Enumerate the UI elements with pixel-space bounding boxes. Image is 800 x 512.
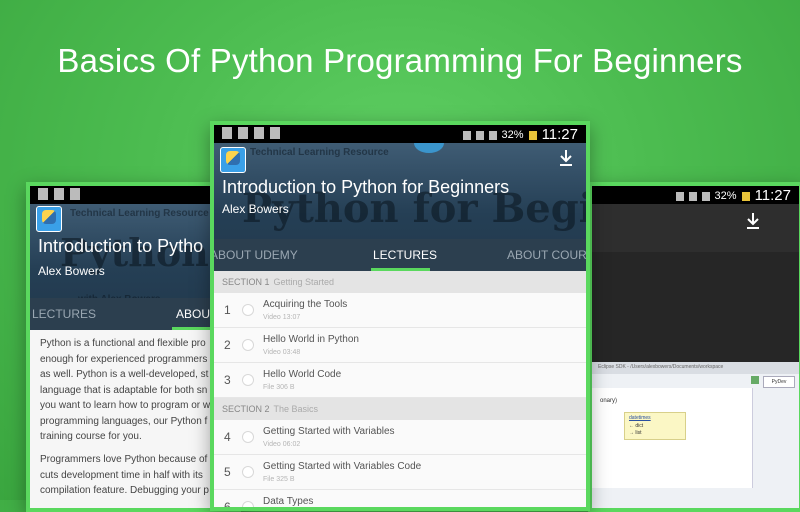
lecture-row[interactable]: 6 Data Types <box>214 490 586 511</box>
about-paragraph: Programmers love Python because of cuts … <box>40 454 209 496</box>
notification-icon <box>238 127 248 139</box>
status-bar: 32% 11:27 <box>592 186 799 204</box>
lecture-number: 3 <box>224 373 231 387</box>
section-header: SECTION 2 The Basics <box>214 398 586 420</box>
right-phone-screen: 32% 11:27 Eclipse SDK - /Users/alexbower… <box>588 182 800 512</box>
hero-small-text: Technical Learning Resource <box>70 208 209 219</box>
status-bar: 32% 11:27 <box>214 125 586 143</box>
python-logo-icon <box>226 151 240 165</box>
progress-circle-icon <box>242 431 254 443</box>
lecture-title: Hello World in Python <box>263 334 359 345</box>
about-content: Python is a functional and flexible pro … <box>30 330 237 508</box>
center-phone-screen: 32% 11:27 Python for Beginners Technical… <box>210 121 590 511</box>
headline: Basics Of Python Programming For Beginne… <box>57 42 743 79</box>
lecture-list: SECTION 1 Getting Started 1 Acquiring the… <box>214 271 586 507</box>
image-icon <box>70 188 80 200</box>
left-phone-screen: Python for Beginners Technical Learning … <box>26 182 241 512</box>
progress-circle-icon <box>242 466 254 478</box>
lecture-row[interactable]: 3 Hello World Code File 306 B <box>214 363 586 398</box>
pydev-label: PyDev <box>763 376 795 388</box>
section-label: SECTION 2 <box>222 404 270 414</box>
download-icon[interactable] <box>745 212 761 230</box>
python-logo-icon <box>42 210 56 224</box>
lecture-row[interactable]: 5 Getting Started with Variables Code Fi… <box>214 455 586 490</box>
video-area[interactable]: Eclipse SDK - /Users/alexbowers/Document… <box>592 252 799 508</box>
lecture-meta: File 306 B <box>263 384 295 391</box>
course-hero: Python for Beginners Technical Learning … <box>30 204 237 312</box>
lecture-number: 5 <box>224 465 231 479</box>
course-title: Introduction to Python for Beginners <box>222 177 510 197</box>
about-paragraph: Python is a functional and flexible pro … <box>40 338 211 442</box>
app-logo <box>220 147 246 173</box>
lecture-title: Data Types <box>263 496 314 507</box>
tab-about-udemy[interactable]: ABOUT UDEMY <box>214 239 298 271</box>
code-line: onary) <box>600 398 618 404</box>
code-line: → list <box>629 430 642 436</box>
ide-title: Eclipse SDK - /Users/alexbowers/Document… <box>598 364 724 370</box>
progress-circle-icon <box>242 501 254 507</box>
progress-circle-icon <box>242 304 254 316</box>
lecture-meta: Video 03:48 <box>263 349 301 356</box>
lecture-title: Getting Started with Variables Code <box>263 461 422 472</box>
video-toolbar <box>592 204 799 252</box>
usb-icon <box>222 127 232 139</box>
lecture-meta: File 325 B <box>263 476 295 483</box>
lecture-number: 4 <box>224 430 231 444</box>
battery-icon <box>528 131 537 140</box>
ide-screenshot: Eclipse SDK - /Users/alexbowers/Document… <box>592 362 799 508</box>
sd-card-icon <box>254 127 264 139</box>
code-line: ← dict <box>629 423 644 429</box>
lecture-number: 6 <box>224 500 231 511</box>
section-label: SECTION 1 <box>222 277 270 287</box>
clock: 11:27 <box>754 187 791 204</box>
lecture-title: Getting Started with Variables <box>263 426 395 437</box>
app-logo <box>36 206 62 232</box>
progress-circle-icon <box>242 339 254 351</box>
usb-icon <box>38 188 48 200</box>
battery-percent: 32% <box>501 128 524 141</box>
section-header: SECTION 1 Getting Started <box>214 271 586 293</box>
lecture-row[interactable]: 2 Hello World in Python Video 03:48 <box>214 328 586 363</box>
mute-icon <box>462 131 471 140</box>
lecture-title: Hello World Code <box>263 369 342 380</box>
lecture-row[interactable]: 4 Getting Started with Variables Video 0… <box>214 420 586 455</box>
wifi-icon <box>475 131 484 140</box>
tab-lectures[interactable]: LECTURES <box>32 298 96 330</box>
clock: 11:27 <box>541 126 578 143</box>
tab-lectures[interactable]: LECTURES <box>373 239 437 271</box>
tab-about-course[interactable]: ABOUT COURSE <box>507 239 586 271</box>
notification-icon <box>54 188 64 200</box>
signal-icon <box>488 131 497 140</box>
section-name: The Basics <box>273 404 319 414</box>
lecture-number: 2 <box>224 338 231 352</box>
lecture-number: 1 <box>224 303 231 317</box>
course-author: Alex Bowers <box>38 264 105 278</box>
tab-bar: LECTURES ABOUT <box>30 298 237 330</box>
wifi-icon <box>688 192 697 201</box>
hero-small-text: Technical Learning Resource <box>250 147 389 158</box>
tab-bar: ABOUT UDEMY LECTURES ABOUT COURSE <box>214 239 586 271</box>
course-author: Alex Bowers <box>222 202 289 216</box>
status-bar <box>30 186 237 204</box>
lecture-title: Acquiring the Tools <box>263 299 348 310</box>
lecture-meta: Video 13:07 <box>263 314 301 321</box>
lecture-meta: Video 06:02 <box>263 441 301 448</box>
code-line: datetimes <box>629 415 651 421</box>
autocomplete-popup: datetimes ← dict → list <box>624 412 686 440</box>
signal-icon <box>701 192 710 201</box>
mute-icon <box>675 192 684 201</box>
lecture-row[interactable]: 1 Acquiring the Tools Video 13:07 <box>214 293 586 328</box>
image-icon <box>270 127 280 139</box>
course-title: Introduction to Pytho <box>38 236 204 256</box>
battery-percent: 32% <box>714 189 737 202</box>
download-icon[interactable] <box>558 149 574 167</box>
battery-icon <box>741 192 750 201</box>
progress-circle-icon <box>242 374 254 386</box>
section-name: Getting Started <box>273 277 335 287</box>
